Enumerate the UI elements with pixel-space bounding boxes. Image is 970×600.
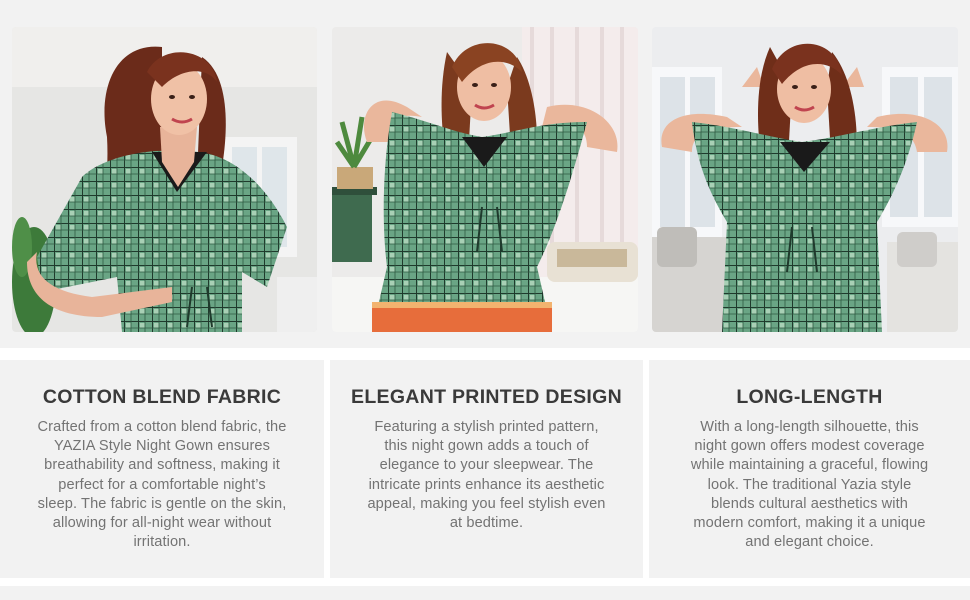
description-line: perfect for a comfortable night’s xyxy=(58,476,266,493)
description-line: while maintaining a graceful, flowing xyxy=(690,457,929,474)
feature-description: Featuring a stylish printed pattern, thi… xyxy=(350,418,623,533)
description-line: sleep. The fabric is gentle on the skin, xyxy=(37,495,287,512)
description-line: blends cultural aesthetics with xyxy=(711,495,908,512)
description-line: this night gown adds a touch of xyxy=(384,438,589,455)
description-line: irritation. xyxy=(133,534,191,551)
feature-card-elegant-printed-design: ELEGANT PRINTED DESIGN Featuring a styli… xyxy=(330,360,643,578)
divider xyxy=(0,348,970,360)
product-photo-3 xyxy=(652,27,958,332)
description-line: and elegant choice. xyxy=(745,534,874,551)
model-photo-front-pose-icon xyxy=(12,27,317,332)
description-line: With a long-length silhouette, this xyxy=(700,419,919,435)
feature-title: COTTON BLEND FABRIC xyxy=(42,386,282,408)
feature-card-long-length: LONG-LENGTH With a long-length silhouett… xyxy=(649,360,970,578)
description-line: look. The traditional Yazia style xyxy=(707,476,912,493)
description-line: allowing for all-night wear without xyxy=(52,515,272,532)
product-photo-1 xyxy=(12,27,317,332)
feature-title: LONG-LENGTH xyxy=(736,386,883,408)
description-line: at bedtime. xyxy=(449,515,524,532)
description-line: modern comfort, making it a unique xyxy=(693,515,926,532)
model-photo-arms-raised-pose-icon xyxy=(652,27,958,332)
feature-card-cotton-blend-fabric: COTTON BLEND FABRIC Crafted from a cotto… xyxy=(0,360,324,578)
description-line: intricate prints enhance its aesthetic xyxy=(368,476,605,493)
model-photo-bedroom-pose-icon xyxy=(332,27,638,332)
divider xyxy=(0,578,970,586)
feature-title: ELEGANT PRINTED DESIGN xyxy=(351,386,622,408)
description-line: Crafted from a cotton blend fabric, the xyxy=(37,419,287,435)
product-photo-2 xyxy=(332,27,638,332)
description-line: Featuring a stylish printed pattern, xyxy=(374,419,599,435)
description-line: appeal, making you feel stylish even xyxy=(367,495,606,512)
description-line: night gown offers modest coverage xyxy=(694,438,925,455)
description-line: YAZIA Style Night Gown ensures xyxy=(53,438,271,455)
feature-description: Crafted from a cotton blend fabric, the … xyxy=(20,418,304,552)
description-line: breathability and softness, making it xyxy=(44,457,280,474)
feature-description: With a long-length silhouette, this nigh… xyxy=(669,418,950,552)
description-line: elegance to your sleepwear. The xyxy=(379,457,594,474)
